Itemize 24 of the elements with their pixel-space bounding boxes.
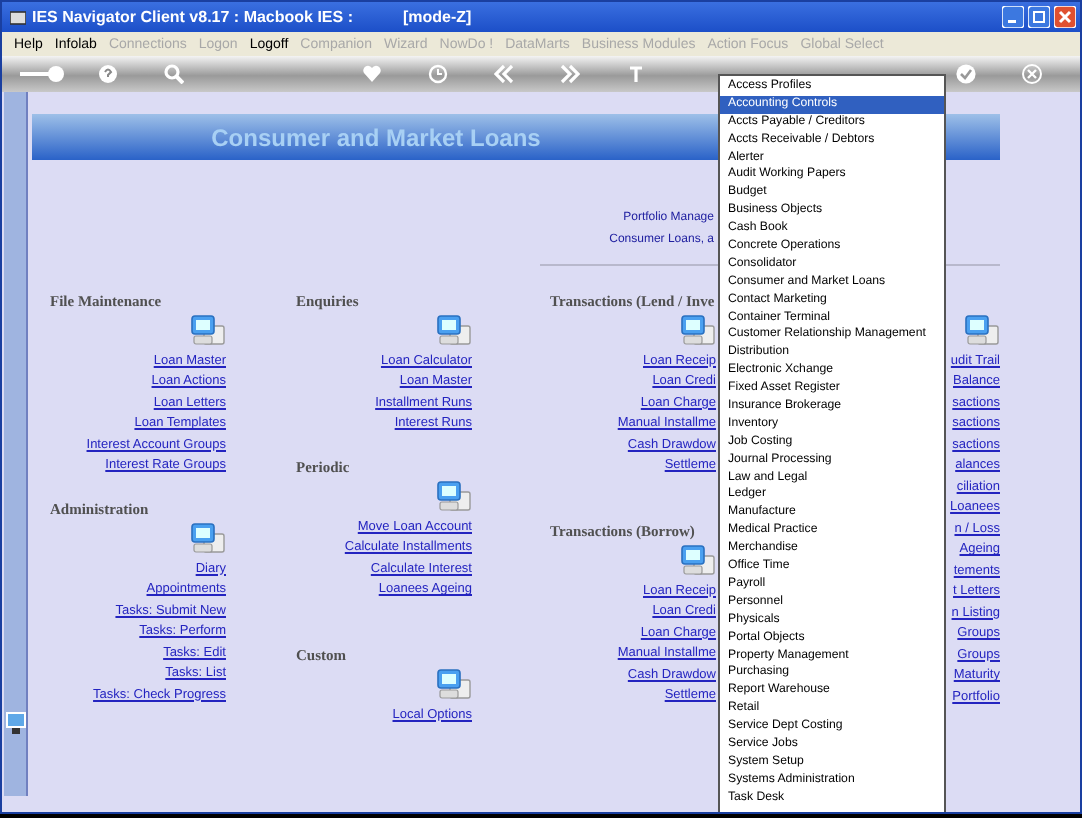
computer-icon[interactable]	[190, 522, 226, 556]
computer-icon[interactable]	[680, 544, 716, 578]
computer-icon[interactable]	[680, 314, 716, 348]
help-icon[interactable]	[97, 64, 117, 84]
double-right-icon[interactable]	[559, 64, 579, 84]
monitor-icon[interactable]	[5, 712, 25, 736]
page-title: Consumer and Market Loans	[211, 123, 541, 151]
close-icon[interactable]	[1054, 6, 1076, 28]
close-icon[interactable]	[1021, 64, 1041, 84]
clock-icon[interactable]	[427, 64, 447, 84]
double-left-icon[interactable]	[493, 64, 513, 84]
computer-icon[interactable]	[436, 668, 472, 702]
maximize-icon[interactable]	[1028, 6, 1050, 28]
heart-icon[interactable]	[361, 64, 381, 84]
computer-icon[interactable]	[436, 314, 472, 348]
mode-label: [mode-Z]	[403, 8, 472, 26]
computer-icon[interactable]	[436, 480, 472, 514]
computer-icon[interactable]	[964, 314, 1000, 348]
computer-icon[interactable]	[190, 314, 226, 348]
app-icon	[10, 9, 26, 25]
minimize-icon[interactable]	[1002, 6, 1024, 28]
check-icon[interactable]	[955, 64, 975, 84]
search-icon[interactable]	[163, 64, 183, 84]
window-title: IES Navigator Client v8.17 : Macbook IES :	[32, 8, 353, 26]
